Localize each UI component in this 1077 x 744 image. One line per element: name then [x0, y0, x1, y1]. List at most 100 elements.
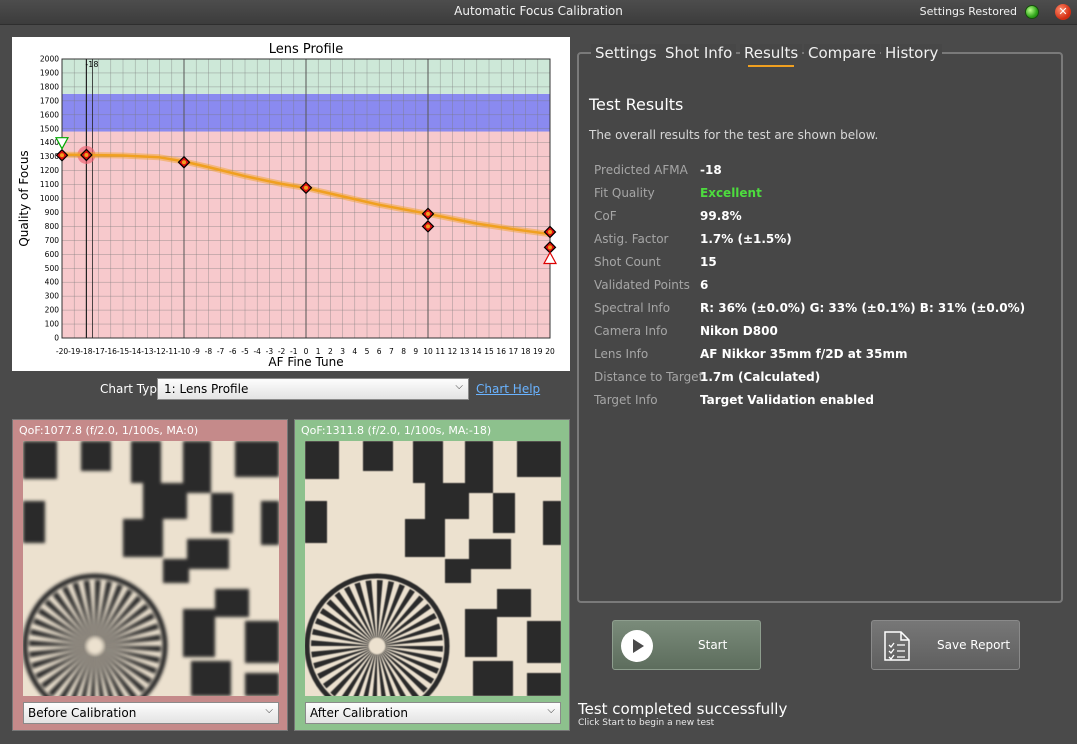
y-tick-label: 1200 — [40, 166, 59, 175]
result-label: Target Info — [594, 393, 658, 407]
y-tick-label: 1800 — [40, 82, 59, 91]
tab-results[interactable]: Results — [740, 44, 803, 67]
tab-compare[interactable]: Compare — [804, 44, 881, 62]
data-point-center — [304, 185, 308, 190]
x-tick-label: 18 — [521, 347, 531, 356]
x-tick-label: -6 — [229, 347, 237, 356]
x-tick-label: 1 — [316, 347, 321, 356]
save-report-label: Save Report — [937, 638, 1011, 652]
status-ok-icon — [1025, 5, 1039, 19]
result-row-camera-info: Camera Info Nikon D800 — [594, 324, 1064, 344]
play-icon — [621, 630, 653, 662]
start-button[interactable]: Start — [612, 620, 761, 670]
result-label: Validated Points — [594, 278, 690, 292]
y-tick-label: 2000 — [40, 55, 59, 64]
x-tick-label: -4 — [253, 347, 261, 356]
y-tick-label: 600 — [45, 250, 60, 259]
result-value: AF Nikkor 35mm f/2D at 35mm — [700, 347, 908, 361]
result-value: Excellent — [700, 186, 762, 200]
y-tick-label: 1500 — [40, 124, 59, 133]
chart-xlabel: AF Fine Tune — [268, 355, 343, 369]
target-pattern — [23, 441, 279, 696]
x-tick-label: 3 — [340, 347, 345, 356]
data-point-center — [426, 224, 430, 229]
start-button-label: Start — [698, 638, 728, 652]
tab-settings[interactable]: Settings — [591, 44, 661, 62]
target-pattern-image — [23, 441, 279, 696]
result-row-distance-to-target: Distance to Target 1.7m (Calculated) — [594, 370, 1064, 390]
y-tick-label: 800 — [45, 222, 60, 231]
y-tick-label: 200 — [45, 306, 60, 315]
report-icon — [884, 631, 910, 661]
close-button[interactable]: ✕ — [1055, 4, 1071, 20]
x-tick-label: 11 — [435, 347, 445, 356]
result-label: Lens Info — [594, 347, 649, 361]
after-image-select[interactable]: After Calibration ⌵ — [305, 702, 561, 724]
target-pattern-image — [305, 441, 561, 696]
result-label: Camera Info — [594, 324, 668, 338]
result-label: Shot Count — [594, 255, 661, 269]
chart-svg: -18Lens ProfileAF Fine TuneQuality of Fo… — [17, 42, 558, 369]
x-tick-label: -15 — [117, 347, 129, 356]
y-tick-label: 1300 — [40, 152, 59, 161]
chart-ylabel: Quality of Focus — [17, 150, 31, 246]
y-tick-label: 1600 — [40, 110, 59, 119]
chevron-down-icon: ⌵ — [547, 705, 555, 716]
chart-type-select[interactable]: 1: Lens Profile ⌵ — [157, 378, 469, 400]
y-tick-label: 1400 — [40, 138, 59, 147]
y-tick-label: 1000 — [40, 194, 59, 203]
lens-profile-chart: -18 Lens Profile AF Fine Tune Quality of Fo… — [12, 37, 570, 371]
result-label: Distance to Target — [594, 370, 704, 384]
x-tick-label: -11 — [166, 347, 178, 356]
before-image-select-value: Before Calibration — [28, 706, 137, 720]
x-tick-label: -17 — [92, 347, 104, 356]
after-image-select-value: After Calibration — [310, 706, 408, 720]
y-tick-label: 900 — [45, 208, 60, 217]
result-value: 6 — [700, 278, 709, 292]
x-tick-label: 2 — [328, 347, 333, 356]
result-value: 99.8% — [700, 209, 742, 223]
y-tick-label: 1900 — [40, 68, 59, 77]
result-row-spectral-info: Spectral Info R: 36% (±0.0%) G: 33% (±0.… — [594, 301, 1064, 321]
data-point-center — [548, 245, 552, 250]
result-label: Fit Quality — [594, 186, 655, 200]
before-image-panel: QoF:1077.8 (f/2.0, 1/100s, MA:0) Before … — [12, 419, 288, 731]
y-tick-label: 300 — [45, 292, 60, 301]
x-tick-label: -9 — [192, 347, 200, 356]
x-tick-label: -13 — [141, 347, 153, 356]
save-report-button[interactable]: Save Report — [871, 620, 1020, 670]
status-message: Test completed successfully — [578, 700, 788, 718]
chart-type-value: 1: Lens Profile — [164, 382, 249, 396]
result-row-fit-quality: Fit Quality Excellent — [594, 186, 1064, 206]
x-tick-label: -19 — [68, 347, 80, 356]
y-tick-label: 700 — [45, 236, 60, 245]
chart-help-link[interactable]: Chart Help — [476, 382, 540, 396]
x-tick-label: 9 — [413, 347, 418, 356]
x-tick-label: 16 — [496, 347, 506, 356]
x-tick-label: 20 — [545, 347, 555, 356]
x-tick-label: 12 — [448, 347, 458, 356]
result-value: 1.7% (±1.5%) — [700, 232, 792, 246]
result-row-shot-count: Shot Count 15 — [594, 255, 1064, 275]
before-image-select[interactable]: Before Calibration ⌵ — [23, 702, 279, 724]
x-tick-label: -14 — [129, 347, 141, 356]
x-tick-label: 6 — [377, 347, 382, 356]
results-title: Test Results — [589, 95, 684, 114]
results-subtitle: The overall results for the test are sho… — [589, 128, 879, 142]
x-tick-label: 13 — [460, 347, 470, 356]
result-row-target-info: Target Info Target Validation enabled — [594, 393, 1064, 413]
y-tick-label: 500 — [45, 264, 60, 273]
data-point-center — [84, 152, 89, 157]
data-point-center — [182, 160, 186, 165]
result-value: -18 — [700, 163, 722, 177]
data-point-center — [426, 211, 430, 216]
tab-history[interactable]: History — [881, 44, 943, 62]
after-image-panel: QoF:1311.8 (f/2.0, 1/100s, MA:-18) After… — [294, 419, 570, 731]
y-tick-label: 100 — [45, 320, 60, 329]
result-row-cof: CoF 99.8% — [594, 209, 1064, 229]
x-tick-label: -12 — [153, 347, 165, 356]
data-point-center — [548, 229, 552, 234]
tab-shot-info[interactable]: Shot Info — [661, 44, 737, 62]
predicted-afma-label: -18 — [85, 60, 98, 69]
x-tick-label: 7 — [389, 347, 394, 356]
